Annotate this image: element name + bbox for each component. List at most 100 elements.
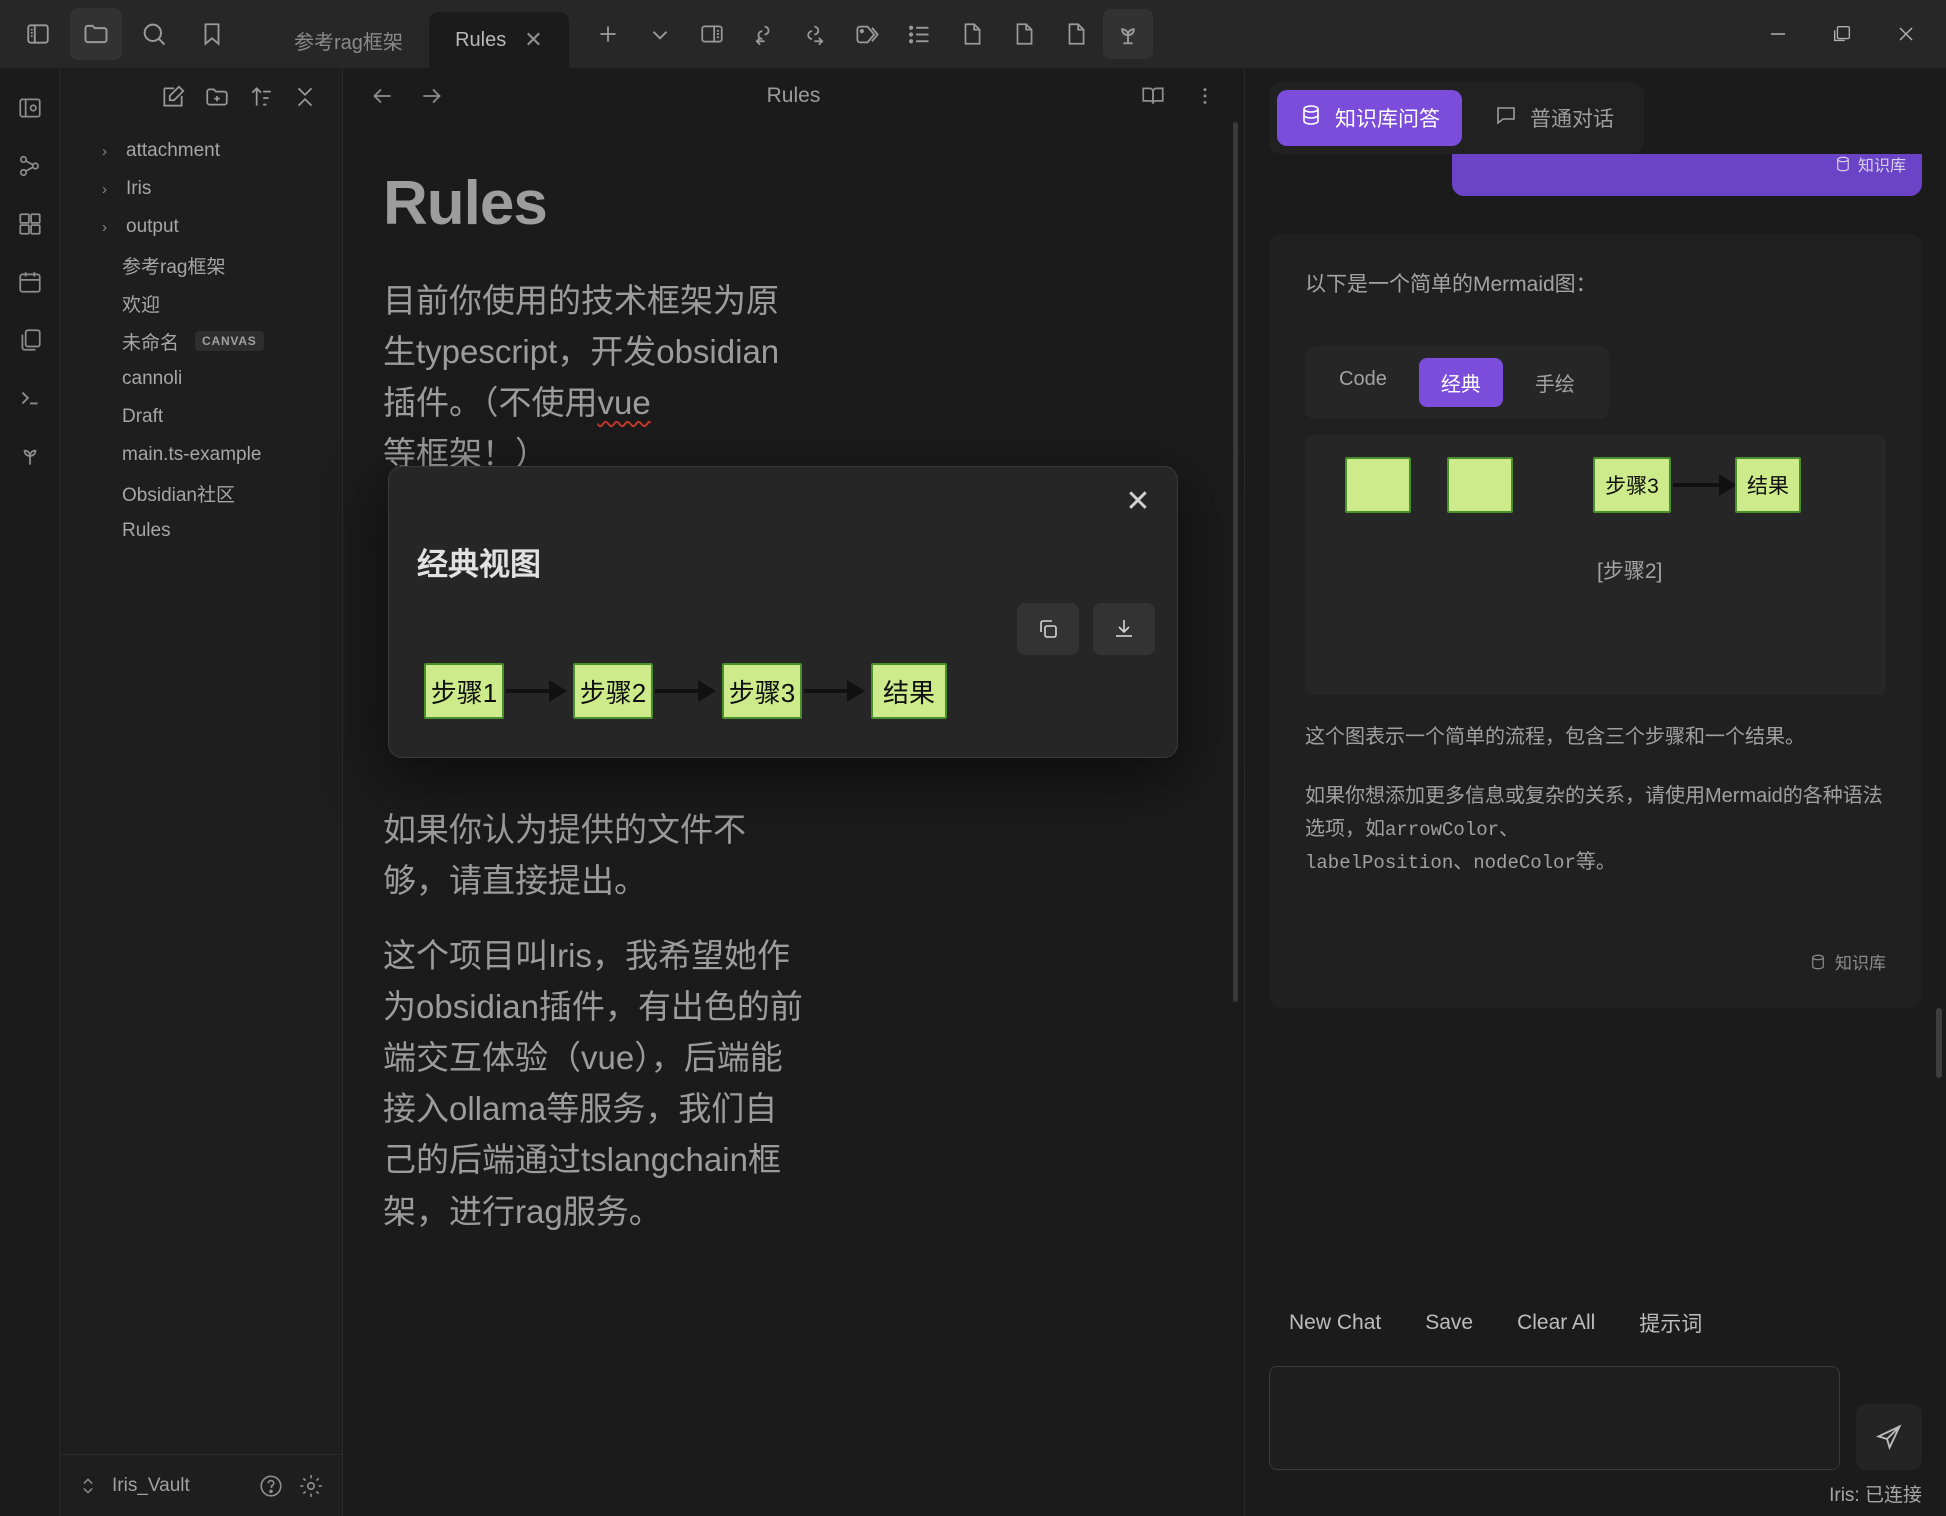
tab-classic[interactable]: 经典: [1418, 357, 1503, 407]
editor-content[interactable]: Rules 目前你使用的技术框架为原生typescript，开发obsidian…: [343, 124, 1244, 1516]
tree-file-cannoli[interactable]: cannoli: [68, 360, 334, 398]
chat-scrollbar[interactable]: [1936, 1008, 1942, 1078]
editor-scrollbar[interactable]: [1233, 122, 1238, 1002]
tab-label: Rules: [455, 28, 507, 51]
help-icon[interactable]: [258, 1473, 284, 1499]
mermaid-code-fragment: [步骤2]: [1597, 559, 1663, 583]
send-icon[interactable]: [1856, 1404, 1922, 1470]
outline-list-icon[interactable]: [895, 9, 945, 59]
title-bar: 参考rag框架 Rules ✕: [0, 0, 1946, 68]
tags-icon[interactable]: [843, 9, 893, 59]
sidebar-item-open-vault[interactable]: [8, 86, 52, 130]
ribbon-bar: [0, 68, 60, 1516]
sidebar-item-canvas[interactable]: [8, 202, 52, 246]
tree-item-label: 欢迎: [122, 294, 161, 316]
tab-rules[interactable]: Rules ✕: [428, 12, 569, 68]
chevron-right-icon[interactable]: ›: [102, 181, 120, 198]
forward-button[interactable]: [417, 81, 447, 111]
note-icon-1[interactable]: [947, 9, 997, 59]
editor-header: Rules: [343, 68, 1244, 124]
tab-label: 经典: [1440, 373, 1481, 396]
toggle-left-sidebar-icon[interactable]: [12, 8, 64, 60]
new-note-button[interactable]: [156, 80, 190, 114]
chat-toolbar: New Chat Save Clear All 提示词: [1245, 1288, 1946, 1350]
tab-label: 手绘: [1534, 373, 1575, 396]
mermaid-node-4: 结果: [871, 663, 947, 719]
gear-icon[interactable]: [298, 1473, 324, 1499]
message-source-badge: 知识库: [1834, 154, 1906, 176]
tab-knowledge-qa[interactable]: 知识库问答: [1277, 90, 1462, 146]
tree-file-rules[interactable]: Rules: [68, 512, 334, 550]
note-icon-3[interactable]: [1051, 9, 1101, 59]
split-pane-icon[interactable]: [687, 9, 737, 59]
iris-chat-panel: 知识库问答 普通对话 20:55:25 知识库: [1244, 68, 1946, 1516]
prompt-button[interactable]: 提示词: [1619, 1296, 1722, 1350]
tree-file-draft[interactable]: Draft: [68, 398, 334, 436]
tree-item-label: Rules: [122, 520, 171, 541]
save-button[interactable]: Save: [1405, 1296, 1493, 1350]
obsidian-window: 参考rag框架 Rules ✕ › attachment › Iris › ou…: [0, 0, 1946, 1516]
tree-folder-output[interactable]: › output: [68, 208, 334, 246]
more-vertical-icon[interactable]: [1190, 81, 1220, 111]
chevron-down-icon[interactable]: [635, 9, 685, 59]
sidebar-item-terminal[interactable]: [8, 376, 52, 420]
chevron-right-icon[interactable]: ›: [102, 219, 120, 236]
back-button[interactable]: [367, 81, 397, 111]
tree-file-obsidian-community[interactable]: Obsidian社区: [68, 474, 334, 512]
doc-paragraph-1: 目前你使用的技术框架为原生typescript，开发obsidian插件。（不使…: [383, 282, 780, 473]
note-code-2: labelPosition: [1305, 851, 1454, 874]
download-icon[interactable]: [1093, 603, 1155, 655]
maximize-button[interactable]: [1810, 0, 1874, 68]
tree-item-label: attachment: [126, 140, 220, 161]
link-back-icon[interactable]: [739, 9, 789, 59]
inline-mermaid-preview[interactable]: 步骤3 结果 [步骤2]: [1305, 434, 1886, 695]
chat-input[interactable]: [1269, 1366, 1840, 1470]
bookmark-icon[interactable]: [186, 8, 238, 60]
vault-switch-icon[interactable]: [78, 1476, 98, 1496]
sidebar-item-graph[interactable]: [8, 144, 52, 188]
editor-title: Rules: [766, 84, 821, 107]
clear-all-button[interactable]: Clear All: [1497, 1296, 1615, 1350]
new-folder-button[interactable]: [200, 80, 234, 114]
minimize-button[interactable]: [1746, 0, 1810, 68]
tree-file-untitled-canvas[interactable]: 未命名 CANVAS: [68, 322, 334, 360]
tab-handdrawn[interactable]: 手绘: [1513, 358, 1597, 407]
mermaid-node-result: 结果: [1735, 456, 1801, 513]
close-button[interactable]: [1874, 0, 1938, 68]
copy-icon[interactable]: [1017, 603, 1079, 655]
note-icon-2[interactable]: [999, 9, 1049, 59]
book-icon[interactable]: [1138, 81, 1168, 111]
tab-label: 普通对话: [1530, 108, 1614, 131]
badge-label: 知识库: [1857, 158, 1906, 175]
chat-bubble-icon: [1494, 103, 1518, 133]
sidebar-item-daily-note[interactable]: [8, 260, 52, 304]
new-tab-button[interactable]: [583, 9, 633, 59]
collapse-all-button[interactable]: [288, 80, 322, 114]
explorer-toolbar: [60, 68, 342, 126]
sprout-icon[interactable]: [1102, 9, 1153, 59]
tree-file-main-ts-example[interactable]: main.ts-example: [68, 436, 334, 474]
folder-icon[interactable]: [70, 8, 122, 60]
close-icon[interactable]: ✕: [524, 29, 542, 51]
editor-header-actions: [1138, 81, 1220, 111]
tab-rag-reference[interactable]: 参考rag框架: [268, 12, 429, 68]
close-icon[interactable]: ✕: [1121, 485, 1155, 519]
modal-actions: [1017, 603, 1155, 655]
tree-file-welcome[interactable]: 欢迎: [68, 284, 334, 322]
link-forward-icon[interactable]: [791, 9, 841, 59]
tree-item-label: Draft: [122, 406, 164, 427]
assistant-intro: 以下是一个简单的Mermaid图：: [1305, 273, 1597, 296]
tab-code[interactable]: Code: [1317, 358, 1409, 407]
tab-normal-chat[interactable]: 普通对话: [1472, 90, 1636, 146]
sidebar-item-templates[interactable]: [8, 318, 52, 362]
new-chat-button[interactable]: New Chat: [1269, 1296, 1401, 1350]
vault-name[interactable]: Iris_Vault: [112, 1475, 244, 1497]
tree-folder-iris[interactable]: › Iris: [68, 170, 334, 208]
chevron-right-icon[interactable]: ›: [102, 143, 120, 160]
chat-messages[interactable]: 20:55:25 知识库 以下是一个简单的Mermaid图： Code 经典 手…: [1245, 154, 1946, 1288]
sidebar-item-plugin[interactable]: [8, 434, 52, 478]
tree-file-rag-reference[interactable]: 参考rag框架: [68, 246, 334, 284]
sort-button[interactable]: [244, 80, 278, 114]
search-icon[interactable]: [128, 8, 180, 60]
tree-folder-attachment[interactable]: › attachment: [68, 132, 334, 170]
